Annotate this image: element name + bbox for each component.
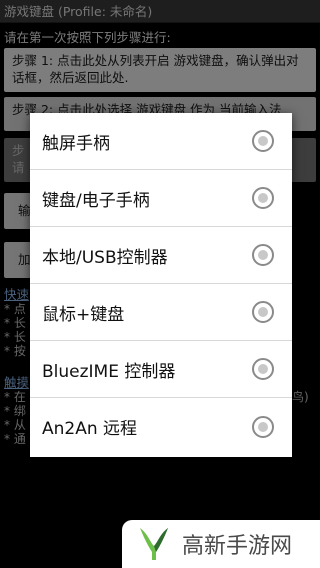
radio-circle-icon[interactable] <box>252 187 274 209</box>
option-bluezime-controller[interactable]: BluezIME 控制器 <box>30 341 292 398</box>
option-touch-gamepad-label: 触屏手柄 <box>42 133 110 154</box>
option-usb-controller-label: 本地/USB控制器 <box>42 247 168 268</box>
option-keyboard-gamepad[interactable]: 键盘/电子手柄 <box>30 170 292 227</box>
radio-circle-icon[interactable] <box>252 415 274 438</box>
radio-circle-icon[interactable] <box>252 358 274 380</box>
radio-circle-icon[interactable] <box>252 244 274 266</box>
option-usb-controller[interactable]: 本地/USB控制器 <box>30 227 292 284</box>
option-mouse-keyboard[interactable]: 鼠标+键盘 <box>30 284 292 341</box>
option-touch-gamepad[interactable]: 触屏手柄 <box>30 113 292 170</box>
option-bluezime-controller-label: BluezIME 控制器 <box>42 361 176 382</box>
radio-circle-icon[interactable] <box>252 301 274 323</box>
option-an2an-remote-label: An2An 远程 <box>42 419 138 439</box>
controller-type-dialog: 触屏手柄 键盘/电子手柄 本地/USB控制器 鼠标+键盘 BluezIME 控制… <box>30 113 292 457</box>
watermark-text: 高新手游网 <box>182 534 293 559</box>
site-logo-icon <box>140 528 168 560</box>
radio-circle-icon[interactable] <box>252 130 274 152</box>
option-an2an-remote[interactable]: An2An 远程 <box>30 398 292 455</box>
option-keyboard-gamepad-label: 键盘/电子手柄 <box>42 190 150 211</box>
site-watermark: 高新手游网 <box>122 520 320 568</box>
option-mouse-keyboard-label: 鼠标+键盘 <box>42 304 125 325</box>
